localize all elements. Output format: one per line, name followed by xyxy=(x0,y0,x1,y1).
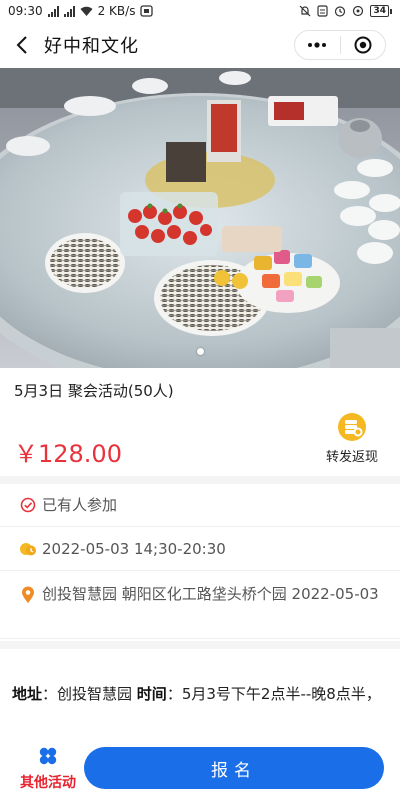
sim-icon xyxy=(317,5,329,17)
event-detail: 地址：创投智慧园 时间：5月3号下午2点半--晚8点半， xyxy=(12,682,392,706)
more-button[interactable] xyxy=(295,31,340,59)
banner-image xyxy=(0,68,400,368)
chevron-left-icon xyxy=(16,36,27,54)
other-activities-button[interactable]: 其他活动 xyxy=(10,746,86,792)
section-divider xyxy=(0,476,400,484)
info-row-time: 2022-05-03 14;30-20:30 xyxy=(0,527,400,571)
signup-button[interactable]: 报名 xyxy=(84,747,384,789)
alarm-icon xyxy=(335,6,346,17)
event-info-list: 已有人参加 2022-05-03 14;30-20:30 创投智慧园 朝阳区化工… xyxy=(0,484,400,639)
signal-icon xyxy=(47,5,59,17)
status-time: 09:30 xyxy=(8,4,43,18)
four-petal-icon xyxy=(39,747,57,765)
info-row-participants: 已有人参加 xyxy=(0,484,400,527)
event-time-text: 2022-05-03 14;30-20:30 xyxy=(42,539,226,558)
app-status-icon xyxy=(140,5,154,17)
address-value: ：创投智慧园 xyxy=(42,685,137,703)
battery-icon: 34 xyxy=(370,5,392,17)
mute-icon xyxy=(300,5,311,17)
status-bar: 09:30 2 KB/s 34 xyxy=(0,0,400,22)
back-button[interactable] xyxy=(0,22,44,68)
location-pin-icon xyxy=(14,586,42,604)
wifi-icon xyxy=(80,6,93,16)
nav-bar: 好中和文化 xyxy=(0,22,400,68)
share-label: 转发返现 xyxy=(325,450,378,465)
event-location-text: 创投智慧园 朝阳区化工路垡头桥个园 2022-05-03 xyxy=(42,585,379,603)
time-value: ：5月3号下午2点半--晚8点半， xyxy=(166,685,381,703)
carousel-indicator xyxy=(0,348,400,355)
carousel-dot[interactable] xyxy=(196,348,204,355)
info-row-location[interactable]: 创投智慧园 朝阳区化工路垡头桥个园 2022-05-03 xyxy=(0,571,400,639)
other-activities-label: 其他活动 xyxy=(20,775,76,791)
participants-text: 已有人参加 xyxy=(42,496,118,514)
more-dots-icon xyxy=(308,42,327,48)
mini-program-capsule xyxy=(294,30,386,60)
check-circle-icon xyxy=(14,497,42,513)
close-button[interactable] xyxy=(341,31,386,59)
share-cashback-button[interactable]: 转发返现 xyxy=(322,412,382,465)
location-status-icon xyxy=(353,5,364,17)
clock-coin-icon xyxy=(14,541,42,557)
event-price: ￥128.00 xyxy=(14,440,122,468)
time-label: 时间 xyxy=(136,685,167,703)
network-speed: 2 KB/s xyxy=(97,4,136,18)
bottom-action-bar: 其他活动 报名 xyxy=(0,740,400,800)
section-divider-2 xyxy=(0,641,400,649)
signal-icon-2 xyxy=(63,5,75,17)
address-label: 地址 xyxy=(12,685,43,703)
page-title: 好中和文化 xyxy=(44,36,139,57)
coin-stack-icon xyxy=(338,413,366,441)
banner-carousel[interactable] xyxy=(0,68,400,368)
event-title: 5月3日 聚会活动(50人) xyxy=(14,382,174,400)
target-close-icon xyxy=(354,36,372,54)
